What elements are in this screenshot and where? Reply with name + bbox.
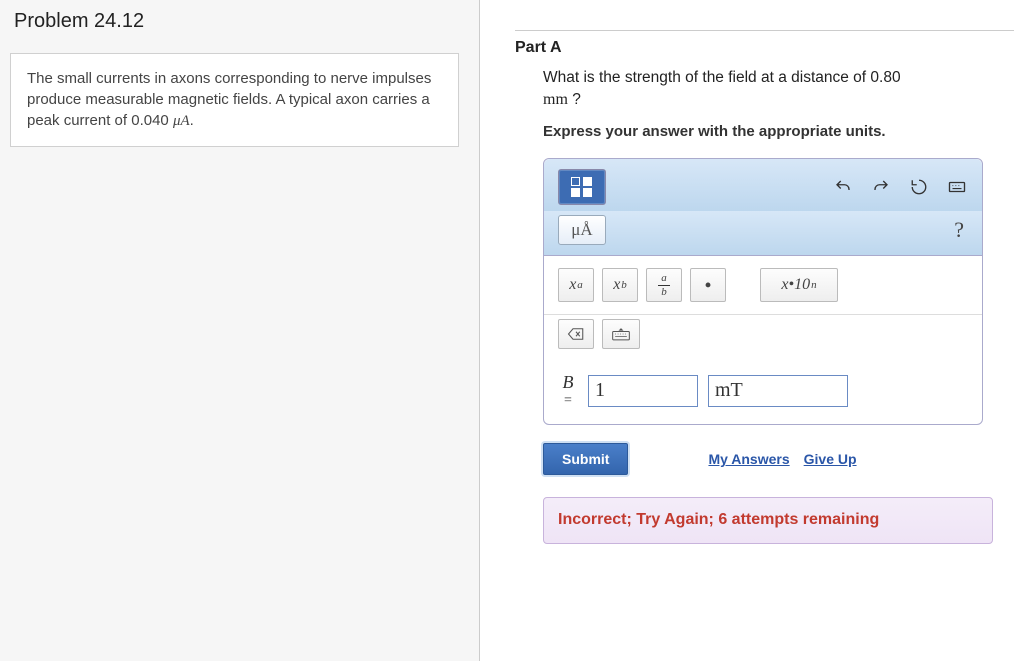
- answer-eq: =: [558, 393, 578, 408]
- feedback-message: Incorrect; Try Again; 6 attempts remaini…: [543, 497, 993, 544]
- keyboard-button-small[interactable]: [602, 319, 640, 349]
- superscript-button[interactable]: xa: [558, 268, 594, 302]
- undo-icon[interactable]: [832, 176, 854, 198]
- my-answers-link[interactable]: My Answers: [708, 451, 789, 467]
- keyboard-icon[interactable]: [946, 176, 968, 198]
- operator-row: xa xb a b •: [544, 256, 982, 315]
- equation-editor: μÅ ? xa xb a b: [543, 158, 983, 425]
- problem-text: The small currents in axons correspondin…: [27, 70, 431, 129]
- question-unit-mm: mm: [543, 91, 568, 108]
- question-text: What is the strength of the field at a d…: [543, 67, 1014, 111]
- question-line1: What is the strength of the field at a d…: [543, 69, 901, 86]
- submit-button[interactable]: Submit: [543, 443, 628, 475]
- template-palette-button[interactable]: [558, 169, 606, 205]
- scientific-notation-button[interactable]: x•10n: [760, 268, 838, 302]
- problem-description: The small currents in axons correspondin…: [10, 53, 459, 147]
- mu-a-var: μA: [173, 113, 190, 129]
- problem-sidebar: Problem 24.12 The small currents in axon…: [0, 0, 480, 661]
- frac-top: a: [661, 273, 667, 284]
- op-xb-base: x: [613, 276, 620, 294]
- help-icon[interactable]: ?: [954, 217, 968, 243]
- sci-base: x•10: [781, 276, 810, 294]
- problem-punct: .: [190, 112, 194, 129]
- answer-symbol: B: [558, 373, 578, 393]
- answer-row: B =: [544, 363, 982, 424]
- answer-variable-label: B =: [558, 373, 578, 408]
- editor-toolbar-mid: μÅ ?: [544, 211, 982, 256]
- dot-char: •: [705, 275, 711, 296]
- unit-chip-button[interactable]: μÅ: [558, 215, 606, 245]
- question-qmark: ?: [568, 91, 581, 108]
- op-xa-sup: a: [577, 279, 583, 291]
- op-xa-base: x: [569, 276, 576, 294]
- frac-bot: b: [661, 287, 667, 298]
- instruction: Express your answer with the appropriate…: [543, 123, 1014, 140]
- sci-sup: n: [811, 279, 817, 291]
- unit-chip-label: μÅ: [571, 220, 592, 240]
- redo-icon[interactable]: [870, 176, 892, 198]
- submit-row: Submit My Answers Give Up: [543, 443, 1014, 475]
- editor-toolbar-top: [544, 159, 982, 211]
- op-xb-sub: b: [621, 279, 627, 291]
- reset-icon[interactable]: [908, 176, 930, 198]
- answer-panel: Part A What is the strength of the field…: [480, 0, 1024, 661]
- answer-value-input[interactable]: [588, 375, 698, 407]
- give-up-link[interactable]: Give Up: [804, 451, 857, 467]
- subscript-button[interactable]: xb: [602, 268, 638, 302]
- part-title: Part A: [515, 39, 1014, 57]
- dot-button[interactable]: •: [690, 268, 726, 302]
- fraction-button[interactable]: a b: [646, 268, 682, 302]
- answer-unit-input[interactable]: [708, 375, 848, 407]
- operator-row-2: [544, 315, 982, 363]
- backspace-button[interactable]: [558, 319, 594, 349]
- problem-title: Problem 24.12: [10, 10, 459, 33]
